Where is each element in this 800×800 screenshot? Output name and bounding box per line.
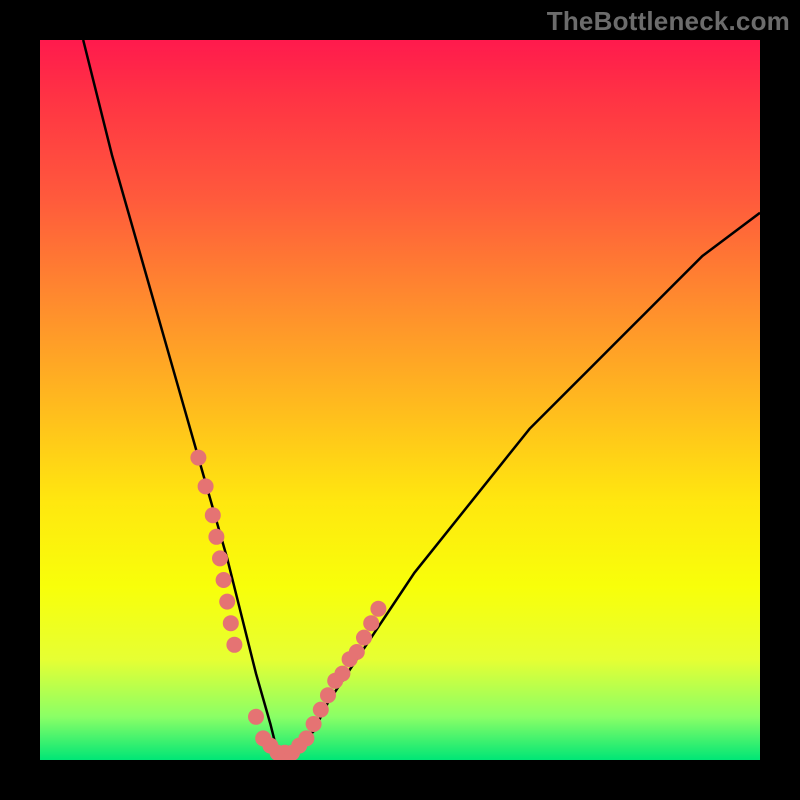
data-marker <box>216 572 232 588</box>
data-marker <box>190 450 206 466</box>
chart-plot-area <box>40 40 760 760</box>
data-marker <box>370 601 386 617</box>
data-marker <box>226 637 242 653</box>
data-marker <box>198 478 214 494</box>
data-marker <box>356 630 372 646</box>
data-marker <box>248 709 264 725</box>
chart-frame: TheBottleneck.com <box>0 0 800 800</box>
data-marker <box>223 615 239 631</box>
data-marker <box>219 594 235 610</box>
data-marker <box>320 687 336 703</box>
chart-svg <box>40 40 760 760</box>
watermark-text: TheBottleneck.com <box>547 6 790 37</box>
data-marker <box>306 716 322 732</box>
data-marker <box>208 529 224 545</box>
data-marker <box>205 507 221 523</box>
data-marker <box>363 615 379 631</box>
bottleneck-curve <box>83 40 760 753</box>
data-marker <box>349 644 365 660</box>
data-marker <box>298 730 314 746</box>
data-marker <box>212 550 228 566</box>
data-marker <box>313 702 329 718</box>
data-marker <box>334 666 350 682</box>
